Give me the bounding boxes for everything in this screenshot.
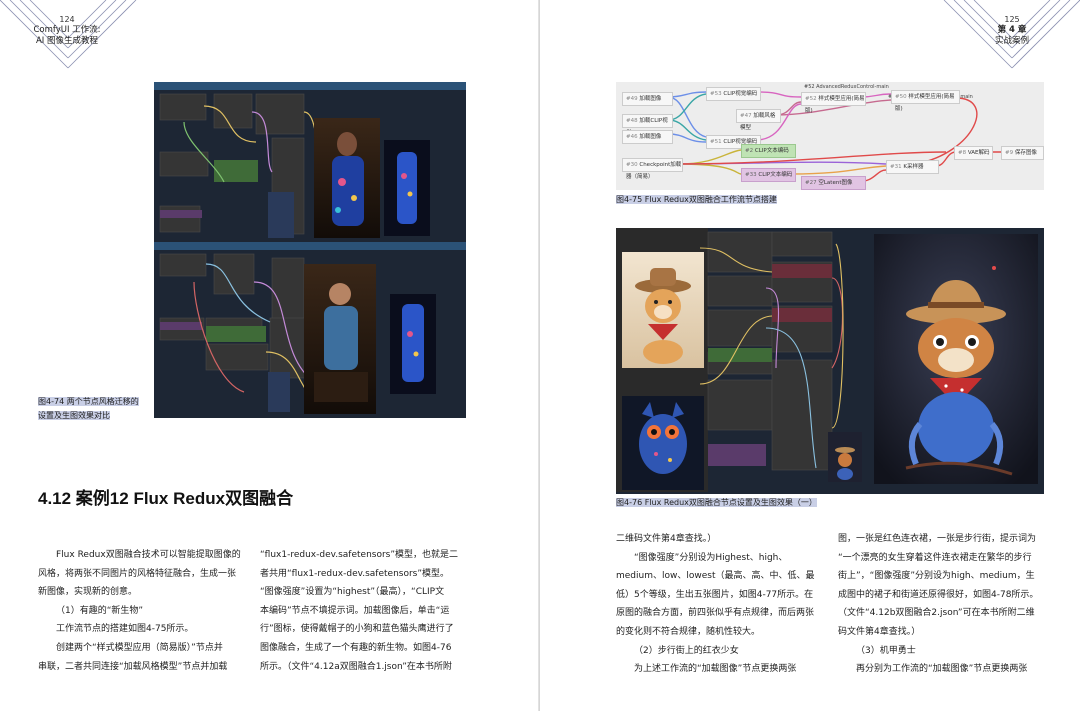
running-header-left: 124 ComfyUI 工作流: AI 图像生成教程 <box>18 14 116 47</box>
paragraph-line: 低）5个等级，生出五张图片，如图4-77所示。在 <box>616 589 814 600</box>
paragraph-line: “图像强度”分别设为Highest、high、 <box>634 552 788 563</box>
caption-text: 图4-76 Flux Redux双图融合节点设置及生图效果（一） <box>616 498 817 507</box>
workflow-node[interactable]: #50 样式模型应用(简易版) <box>891 90 960 112</box>
paragraph-line: 为上述工作流的“加载图像”节点更换两张 <box>634 664 797 675</box>
node-label: 加载图像 <box>639 134 662 140</box>
paragraph-line: 工作流节点的搭建如图4-75所示。 <box>56 624 194 635</box>
chapter-label: 第 4 章 <box>997 25 1027 35</box>
node-id: #51 <box>710 139 722 145</box>
node-label: 加载图像 <box>639 96 662 102</box>
node-label: CLIP视觉编码 <box>723 91 758 97</box>
subheading: （1）有趣的“新生物” <box>56 605 144 616</box>
paragraph-line: medium、low、lowest（最高、高、中、低、最 <box>616 571 815 582</box>
paragraph-line: 原图的融合方面，前四张似乎有点规律，而后两张 <box>616 608 815 619</box>
node-id: #50 <box>895 94 907 100</box>
caption-line-1: 图4-74 两个节点风格迁移的 <box>38 397 139 406</box>
node-id: #30 <box>626 162 638 168</box>
paragraph-line: 本编码”节点不填提示词。加载图像后，单击“运 <box>260 605 450 616</box>
workflow-node[interactable]: #49 加载图像 <box>622 92 673 106</box>
figure-4-75-caption: 图4-75 Flux Redux双图融合工作流节点搭建 <box>616 193 777 207</box>
paragraph-line: 的变化则不符合规律，随机性较大。 <box>616 626 761 637</box>
node-label: VAE解码 <box>967 150 990 156</box>
paragraph-line: “图像强度”设置为“highest”（最高），“CLIP文 <box>260 587 445 598</box>
node-editor-illustration <box>616 228 1044 494</box>
node-id: #9 <box>1005 150 1014 156</box>
workflow-node[interactable]: #30 Checkpoint加载器（简易） <box>622 158 683 180</box>
workflow-node[interactable]: #46 加载图像 <box>622 130 673 144</box>
node-id: #46 <box>626 134 638 140</box>
workflow-node[interactable]: #52 样式模型应用(简易版) <box>801 92 866 114</box>
left-page: 124 ComfyUI 工作流: AI 图像生成教程 图4-74 两个节点风格迁… <box>0 0 540 711</box>
paragraph-line: 创建两个“样式模型应用（简易版）”节点并 <box>56 642 223 653</box>
workflow-node[interactable]: #27 空Latent图像（SD3） <box>801 176 866 190</box>
subheading: （3）机甲勇士 <box>856 645 916 656</box>
node-label: CLIP文本编码 <box>758 172 793 178</box>
right-column-1: 二维码文件第4章查找。） “图像强度”分别设为Highest、high、 med… <box>616 530 830 679</box>
page-number: 125 <box>1004 15 1020 24</box>
running-subtitle: AI 图像生成教程 <box>35 36 99 46</box>
node-id: #52 <box>805 96 817 102</box>
paragraph-line: 图，一张是红色连衣裙，一张是步行街，提示词为 <box>838 534 1037 544</box>
paragraph-line: 新图像，实现新的创意。 <box>38 587 138 598</box>
paragraph-line: 成图中的裙子和街道还原得很好，如图4-78所示。 <box>838 589 1039 600</box>
left-column-1: Flux Redux双图融合技术可以智能提取图像的 风格，将两张不同图片的风格特… <box>38 546 248 676</box>
node-id: #49 <box>626 96 638 102</box>
paragraph-line: 图像融合，生成了一个有趣的新生物。如图4-76 <box>260 642 452 653</box>
figure-4-76-screenshot <box>616 228 1044 494</box>
workflow-node[interactable]: #9 保存图像 <box>1001 146 1044 160</box>
paragraph-line: 串联，二者共同连接“加载风格模型”节点并加载 <box>38 661 228 672</box>
caption-line-2: 设置及生图效果对比 <box>38 411 110 420</box>
node-id: #2 <box>745 148 754 154</box>
paragraph-line: “一个漂亮的女生穿着这件连衣裙走在繁华的步行 <box>838 552 1032 563</box>
paragraph-line: 风格，将两张不同图片的风格特征融合，生成一张 <box>38 568 237 579</box>
caption-text: 图4-75 Flux Redux双图融合工作流节点搭建 <box>616 195 777 204</box>
node-id: #53 <box>710 91 722 97</box>
running-header-right: 125 第 4 章 实战案例 <box>962 14 1062 47</box>
node-id: #48 <box>626 118 638 124</box>
workflow-node[interactable]: #47 加载风格模型 <box>736 109 781 131</box>
paragraph-line: Flux Redux双图融合技术可以智能提取图像的 <box>56 550 241 560</box>
right-page: 125 第 4 章 实战案例 #52 AdvancedReduxControl-… <box>540 0 1080 711</box>
right-column-2: 图，一张是红色连衣裙，一张是步行街，提示词为 “一个漂亮的女生穿着这件连衣裙走在… <box>838 530 1050 679</box>
node-id: #31 <box>890 164 902 170</box>
page-number: 124 <box>59 15 75 24</box>
paragraph-line: 所示。（文件“4.12a双图融合1.json”在本书所附 <box>260 661 452 672</box>
left-column-2: “flux1-redux-dev.safetensors”模型，也就是二 者共用… <box>260 546 474 676</box>
workflow-node[interactable]: #2 CLIP文本编码 <box>741 144 796 158</box>
node-id: #47 <box>740 113 752 119</box>
figure-4-75-workflow: #52 AdvancedReduxControl-main #50 Advanc… <box>616 82 1044 190</box>
section-title: 4.12 案例12 Flux Redux双图融合 <box>38 489 294 508</box>
running-title: ComfyUI 工作流: <box>33 25 101 35</box>
group-title-52: #52 AdvancedReduxControl-main <box>804 84 889 90</box>
paragraph-line: “flux1-redux-dev.safetensors”模型，也就是二 <box>260 550 459 560</box>
paragraph-line: 街上”，“图像强度”分别设为high、medium，生 <box>838 571 1035 582</box>
node-label: CLIP文本编码 <box>754 148 789 154</box>
node-id: #27 <box>805 180 817 186</box>
chapter-title: 实战案例 <box>994 36 1029 46</box>
figure-4-74-caption: 图4-74 两个节点风格迁移的 设置及生图效果对比 <box>38 395 154 423</box>
node-id: #8 <box>958 150 967 156</box>
workflow-node[interactable]: #53 CLIP视觉编码 <box>706 87 761 101</box>
paragraph-line: 二维码文件第4章查找。） <box>616 534 717 544</box>
figure-4-74-screenshot <box>154 82 466 418</box>
paragraph-line: 行”图标，使得戴帽子的小狗和蓝色猫头鹰进行了 <box>260 624 454 635</box>
paragraph-line: 码文件第4章查找。） <box>838 626 921 637</box>
workflow-node[interactable]: #8 VAE解码 <box>954 146 993 160</box>
node-label: 保存图像 <box>1014 150 1037 156</box>
node-id: #33 <box>745 172 757 178</box>
workflow-node[interactable]: #31 K采样器 <box>886 160 939 174</box>
node-editor-illustration <box>154 82 466 418</box>
subheading: （2）步行街上的红衣少女 <box>634 645 739 656</box>
node-label: K采样器 <box>903 164 924 170</box>
paragraph-line: 再分别为工作流的“加载图像”节点更换两张 <box>856 664 1028 675</box>
paragraph-line: 者共用“flux1-redux-dev.safetensors”模型。 <box>260 568 450 579</box>
paragraph-line: （文件“4.12b双图融合2.json”可在本书所附二维 <box>838 608 1035 619</box>
figure-4-76-caption: 图4-76 Flux Redux双图融合节点设置及生图效果（一） <box>616 496 817 510</box>
workflow-node[interactable]: #48 加载CLIP视觉 <box>622 114 673 136</box>
workflow-node[interactable]: #33 CLIP文本编码 <box>741 168 796 182</box>
